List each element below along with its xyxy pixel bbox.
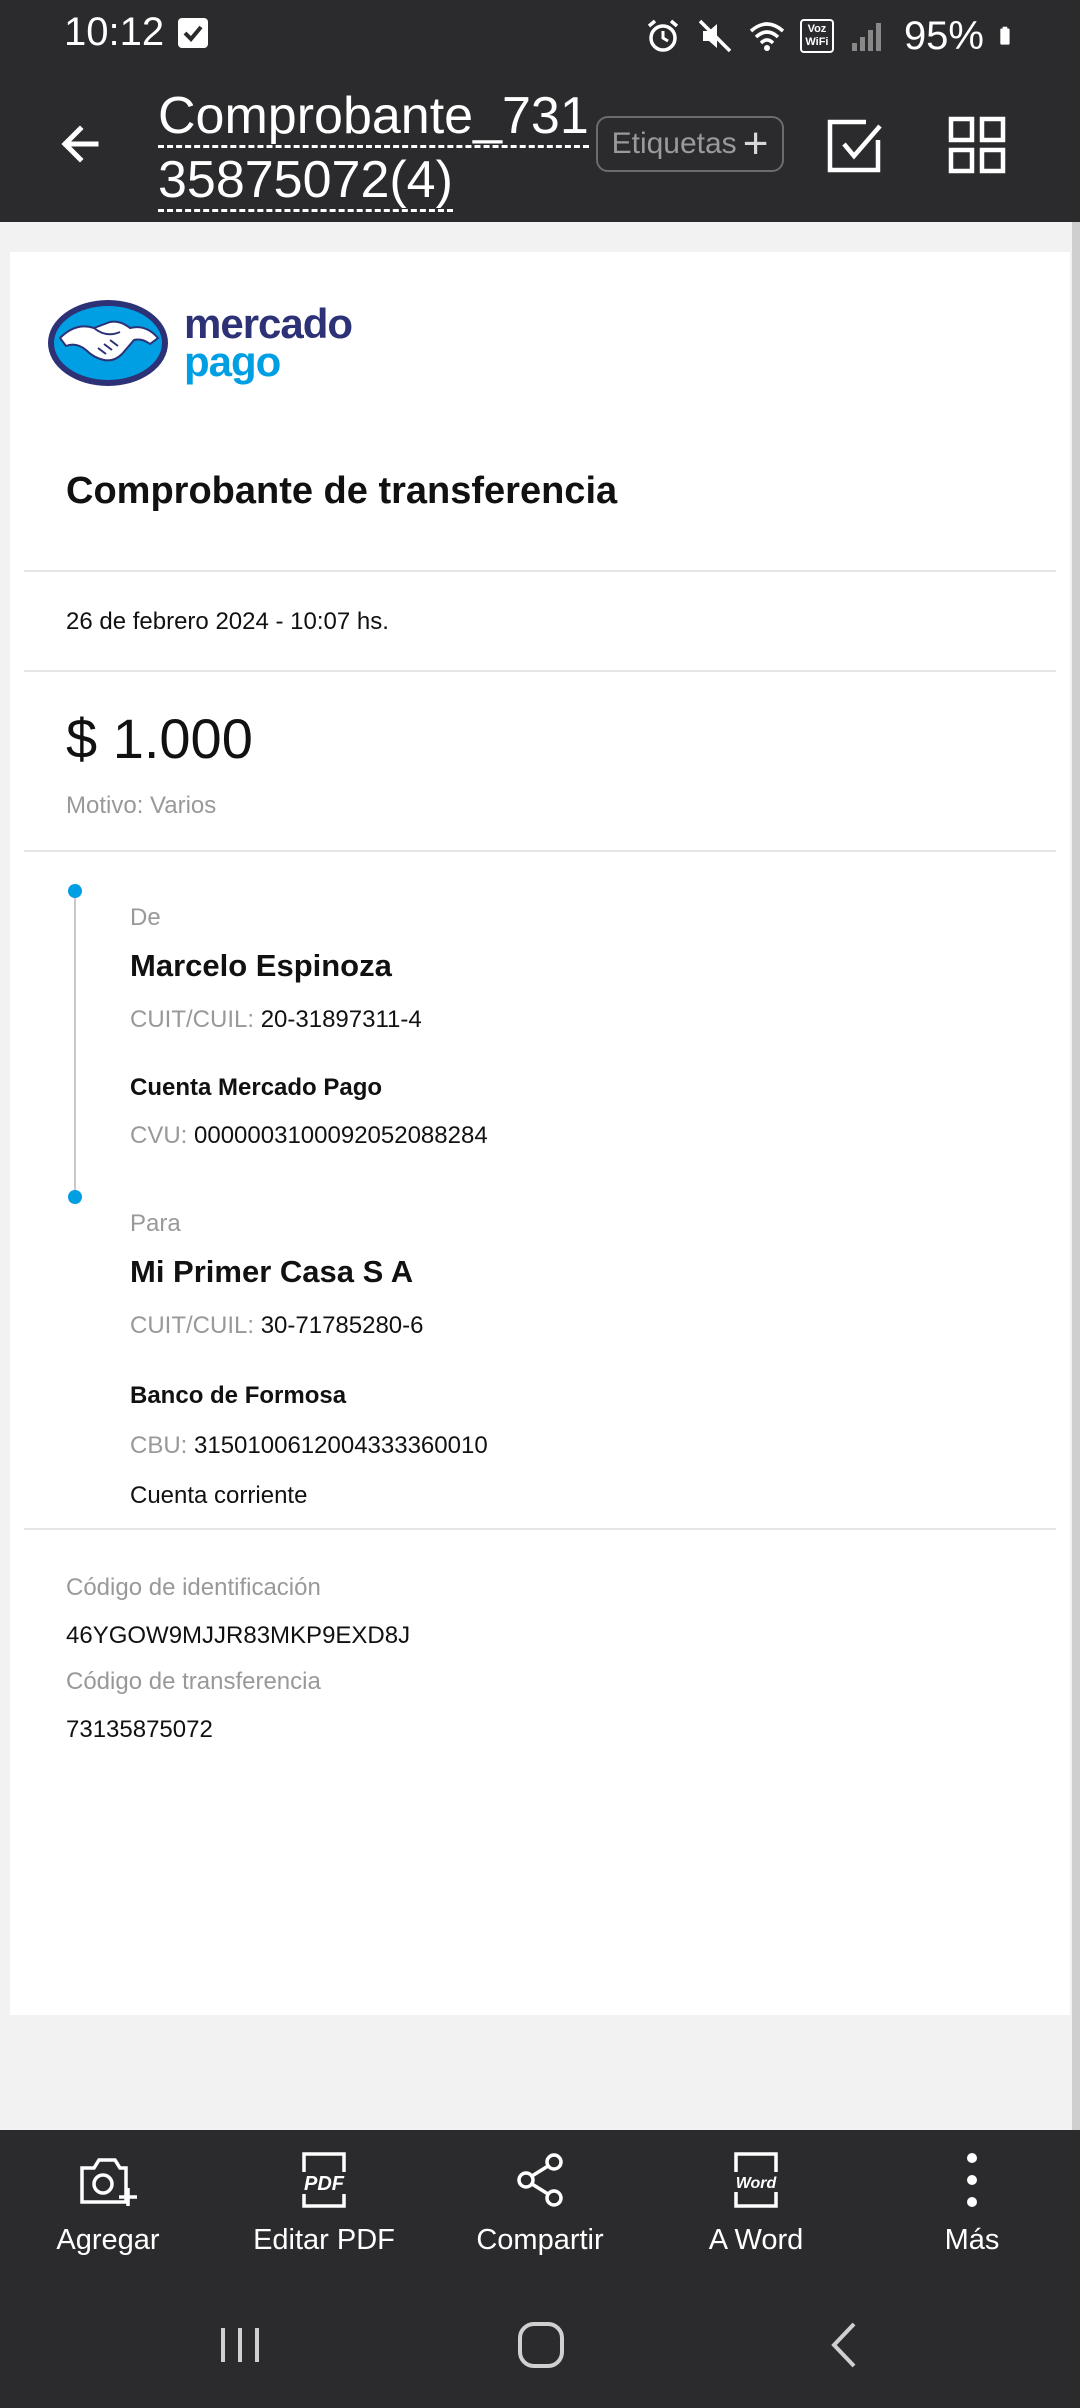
edit-pdf-label: Editar PDF [253, 2224, 395, 2256]
divider [24, 670, 1056, 672]
sender-cuit-label: CUIT/CUIL: [130, 1006, 255, 1033]
brand-line2: pago [184, 338, 281, 385]
to-word-label: A Word [708, 2224, 804, 2256]
more-button[interactable]: Más [872, 2148, 1072, 2257]
recipient-account-kind: Cuenta corriente [130, 1482, 308, 1509]
mute-icon [698, 19, 732, 53]
timeline-line [74, 888, 76, 1194]
more-vertical-icon [967, 2153, 977, 2207]
grid-icon [948, 116, 1006, 174]
vowifi-line1: Voz [807, 23, 827, 35]
alarm-icon [647, 19, 679, 52]
select-button[interactable] [820, 110, 892, 182]
from-label: De [130, 904, 161, 931]
sender-cvu: CVU: 0000003100092052088284 [130, 1122, 488, 1150]
recent-apps-icon [221, 2328, 259, 2362]
transfer-reason: Motivo: Varios [66, 792, 217, 819]
to-word-button[interactable]: Word A Word [656, 2148, 856, 2257]
divider [24, 850, 1056, 852]
bottom-toolbar: Agregar PDF Editar PDF Compartir Word A … [0, 2130, 1080, 2282]
sender-cvu-label: CVU: [130, 1122, 188, 1149]
home-button[interactable] [506, 2310, 576, 2380]
battery-icon [1000, 26, 1010, 45]
divider [24, 1528, 1056, 1530]
wifi-icon [749, 22, 785, 51]
mercado-pago-logo: mercado pago [46, 298, 353, 388]
pdf-badge: PDF [304, 2173, 345, 2195]
to-label: Para [130, 1210, 181, 1237]
recent-apps-button[interactable] [205, 2310, 275, 2380]
document-title[interactable]: Comprobante_731 35875072(4) [158, 84, 589, 212]
receipt-heading: Comprobante de transferencia [66, 470, 618, 512]
timeline-dot-from [68, 884, 82, 898]
status-icons: Voz WiFi 95% [644, 10, 1020, 62]
divider [24, 570, 1056, 572]
status-bar: 10:12 Voz WiFi 95% [0, 0, 1080, 72]
recipient-name: Mi Primer Casa S A [130, 1254, 414, 1289]
recipient-cuit: CUIT/CUIL: 30-71785280-6 [130, 1312, 424, 1340]
mercado-pago-wordmark: mercado pago [184, 303, 353, 385]
word-badge: Word [736, 2175, 778, 2192]
back-button[interactable] [50, 112, 114, 176]
id-code-value: 46YGOW9MJJR83MKP9EXD8J [66, 1622, 411, 1649]
sender-name: Marcelo Espinoza [130, 948, 392, 983]
sender-cuit: CUIT/CUIL: 20-31897311-4 [130, 1006, 422, 1034]
sender-cuit-value: 20-31897311-4 [260, 1006, 422, 1033]
document-viewer[interactable]: mercado pago Comprobante de transferenci… [0, 222, 1080, 2130]
document-title-line1: Comprobante_731 [158, 87, 589, 148]
checkbox-select-icon [827, 119, 882, 173]
arrow-left-icon [61, 125, 99, 163]
battery-percentage: 95% [903, 13, 984, 58]
scrollbar[interactable] [1072, 222, 1080, 2130]
add-label: Agregar [56, 2224, 160, 2256]
grid-view-button[interactable] [942, 110, 1014, 182]
more-label: Más [944, 2224, 1000, 2256]
add-button[interactable]: Agregar [8, 2148, 208, 2257]
sender-cvu-value: 0000003100092052088284 [194, 1122, 488, 1149]
timeline-dot-to [68, 1190, 82, 1204]
recipient-bank: Banco de Formosa [130, 1382, 347, 1409]
share-button[interactable]: Compartir [440, 2148, 640, 2257]
id-code-label: Código de identificación [66, 1574, 321, 1601]
navigation-bar [0, 2282, 1080, 2408]
recipient-cbu-value: 3150100612004333360010 [194, 1432, 488, 1459]
sender-account-type: Cuenta Mercado Pago [130, 1074, 383, 1101]
vowifi-badge: Voz WiFi [799, 19, 834, 53]
recipient-cuit-label: CUIT/CUIL: [130, 1312, 255, 1339]
tags-label: Etiquetas [611, 127, 737, 160]
share-label: Compartir [476, 2224, 604, 2256]
home-icon [518, 2322, 564, 2368]
edit-pdf-button[interactable]: PDF Editar PDF [224, 2148, 424, 2257]
handshake-logo-icon [48, 300, 168, 386]
word-icon: Word [730, 2152, 782, 2208]
status-time: 10:12 [64, 10, 165, 54]
recipient-cbu-label: CBU: [130, 1432, 188, 1459]
document-title-line2: 35875072(4) [158, 151, 453, 212]
recipient-cuit-value: 30-71785280-6 [260, 1312, 424, 1339]
chevron-left-icon [831, 2322, 856, 2368]
recipient-cbu: CBU: 3150100612004333360010 [130, 1432, 488, 1460]
vowifi-line2: WiFi [805, 36, 829, 48]
transfer-date: 26 de febrero 2024 - 10:07 hs. [66, 608, 389, 635]
back-nav-button[interactable] [810, 2310, 880, 2380]
pdf-icon: PDF [298, 2152, 350, 2208]
document-page: mercado pago Comprobante de transferenci… [10, 252, 1070, 2015]
transfer-code-label: Código de transferencia [66, 1668, 321, 1695]
transfer-code-value: 73135875072 [66, 1716, 213, 1743]
camera-plus-icon [80, 2158, 137, 2206]
tags-button[interactable]: Etiquetas + [596, 116, 784, 172]
transfer-amount: $ 1.000 [66, 707, 253, 770]
plus-icon: + [742, 119, 769, 168]
notification-check-icon [178, 18, 208, 48]
share-icon [517, 2153, 563, 2207]
signal-icon [851, 23, 881, 51]
app-header: Comprobante_731 35875072(4) Etiquetas + [0, 72, 1080, 222]
